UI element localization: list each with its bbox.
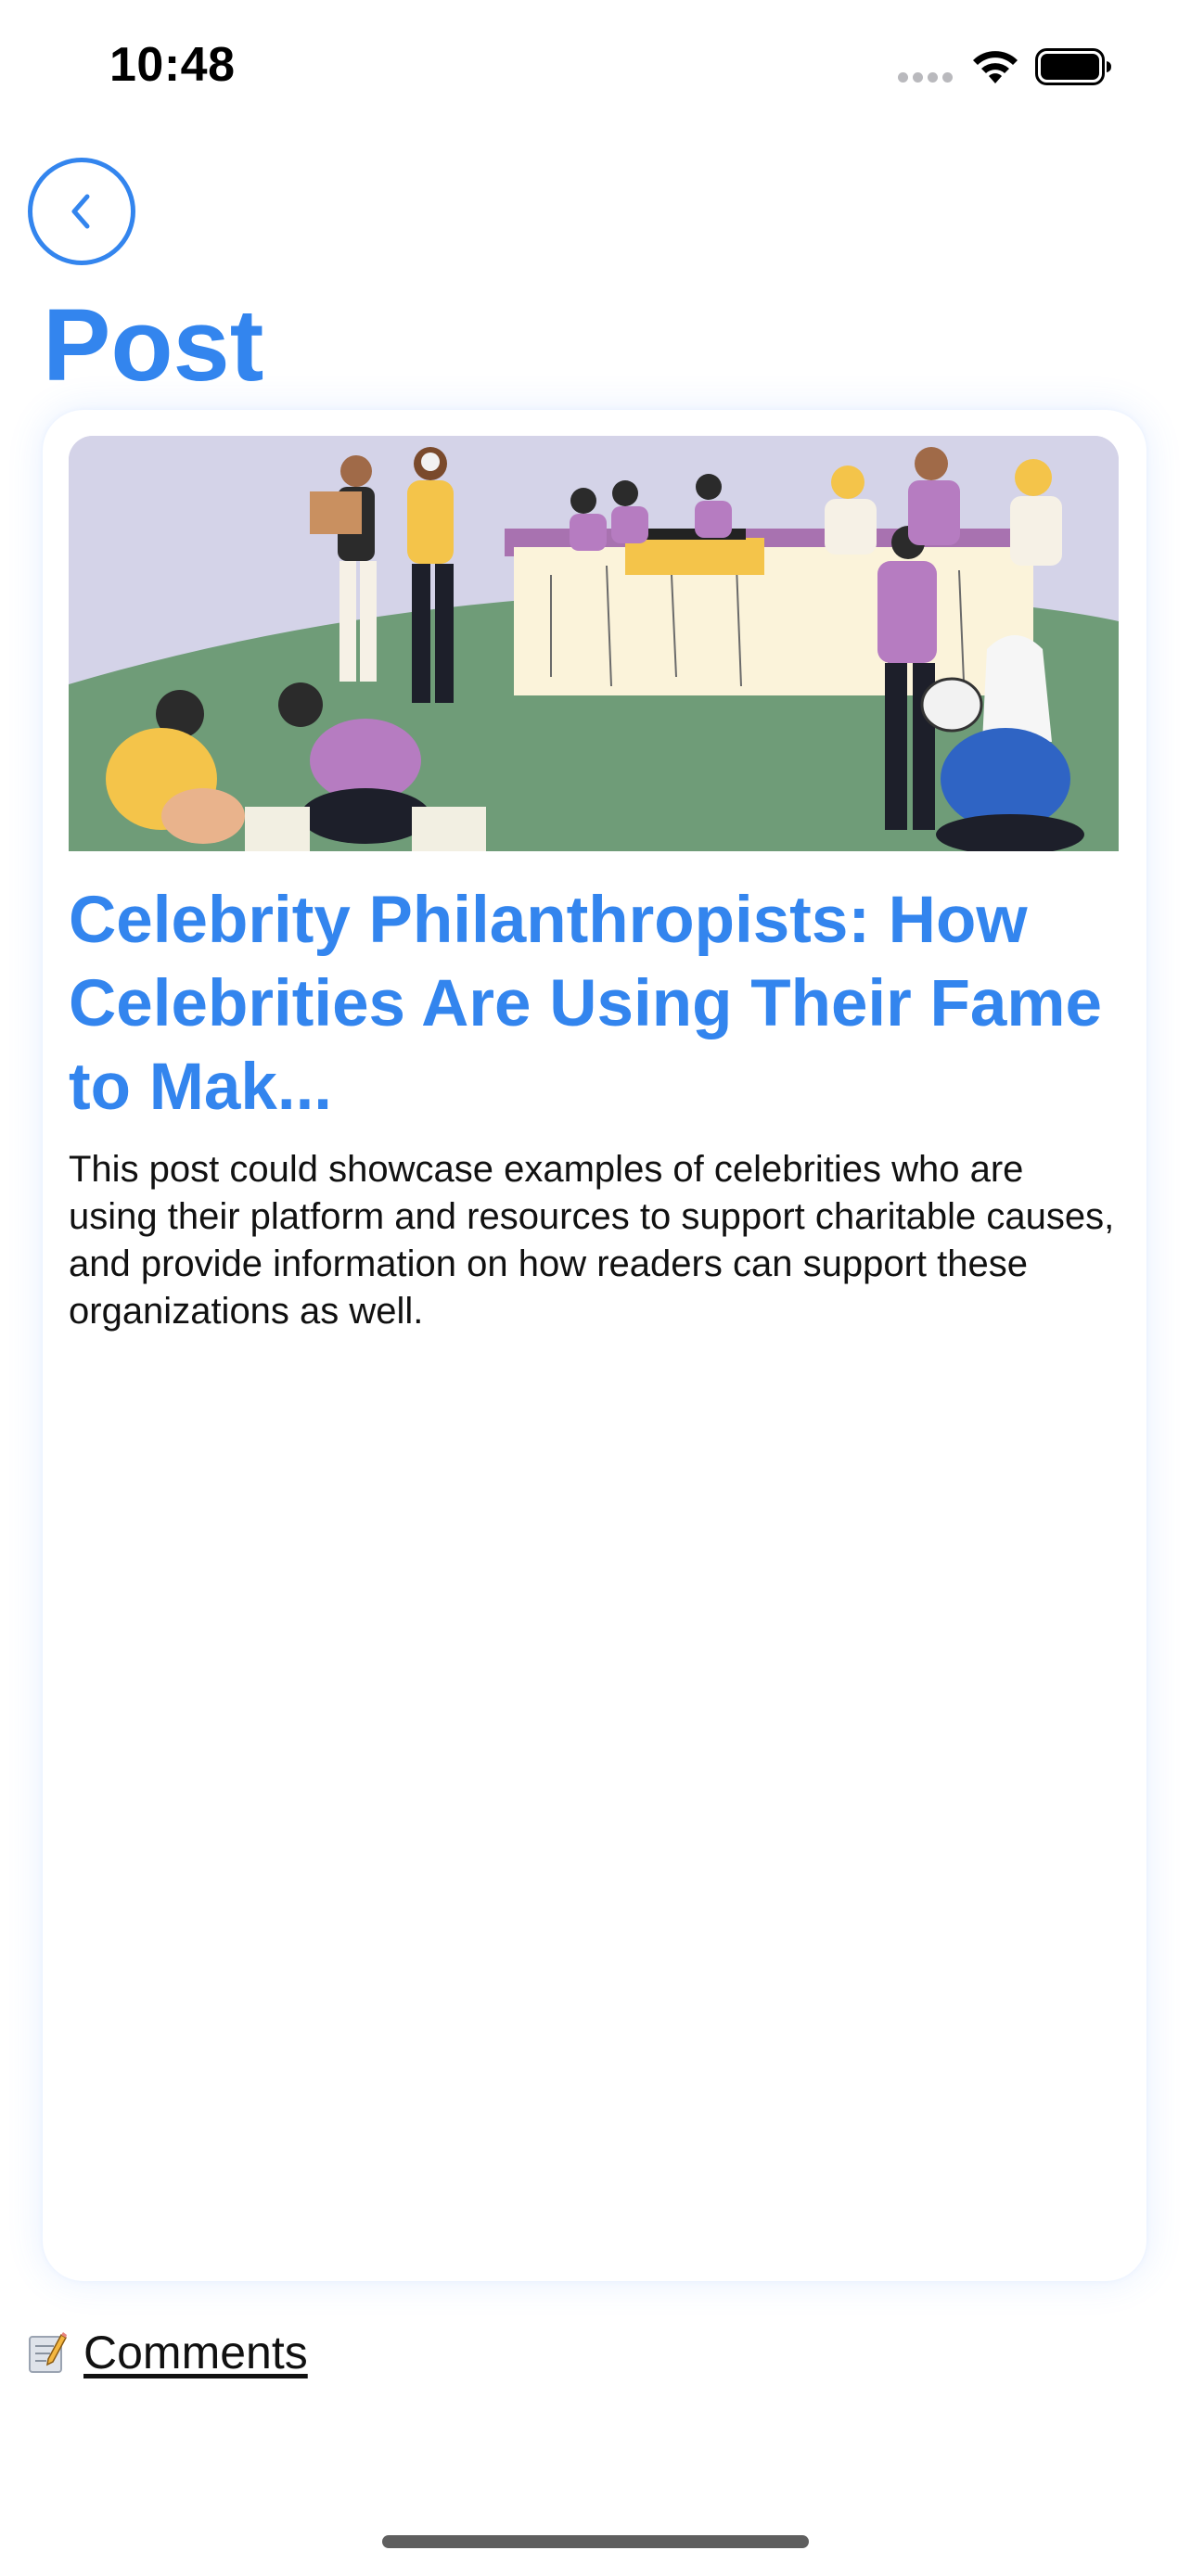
chevron-left-icon bbox=[71, 194, 90, 229]
post-title[interactable]: Celebrity Philanthropists: How Celebriti… bbox=[69, 879, 1126, 1129]
comments-link[interactable]: Comments bbox=[83, 2326, 308, 2379]
post-body: This post could showcase examples of cel… bbox=[69, 1149, 1115, 1332]
status-time: 10:48 bbox=[109, 38, 236, 92]
memo-icon bbox=[29, 2332, 67, 2373]
cellular-signal-icon bbox=[898, 72, 954, 83]
battery-icon bbox=[1035, 48, 1111, 85]
post-card: Celebrity Philanthropists: How Celebriti… bbox=[43, 410, 1146, 2281]
charity-illustration bbox=[69, 436, 1119, 851]
status-bar: 10:48 bbox=[0, 0, 1191, 139]
post-image bbox=[69, 436, 1119, 851]
post-screen: 10:48 Post Celebrity Philanthropists: Ho… bbox=[0, 0, 1191, 2576]
back-button[interactable] bbox=[28, 158, 135, 265]
comments-row[interactable]: Comments bbox=[28, 2326, 308, 2379]
home-indicator[interactable] bbox=[382, 2535, 809, 2548]
page-title: Post bbox=[43, 288, 264, 402]
wifi-icon bbox=[973, 51, 1018, 83]
